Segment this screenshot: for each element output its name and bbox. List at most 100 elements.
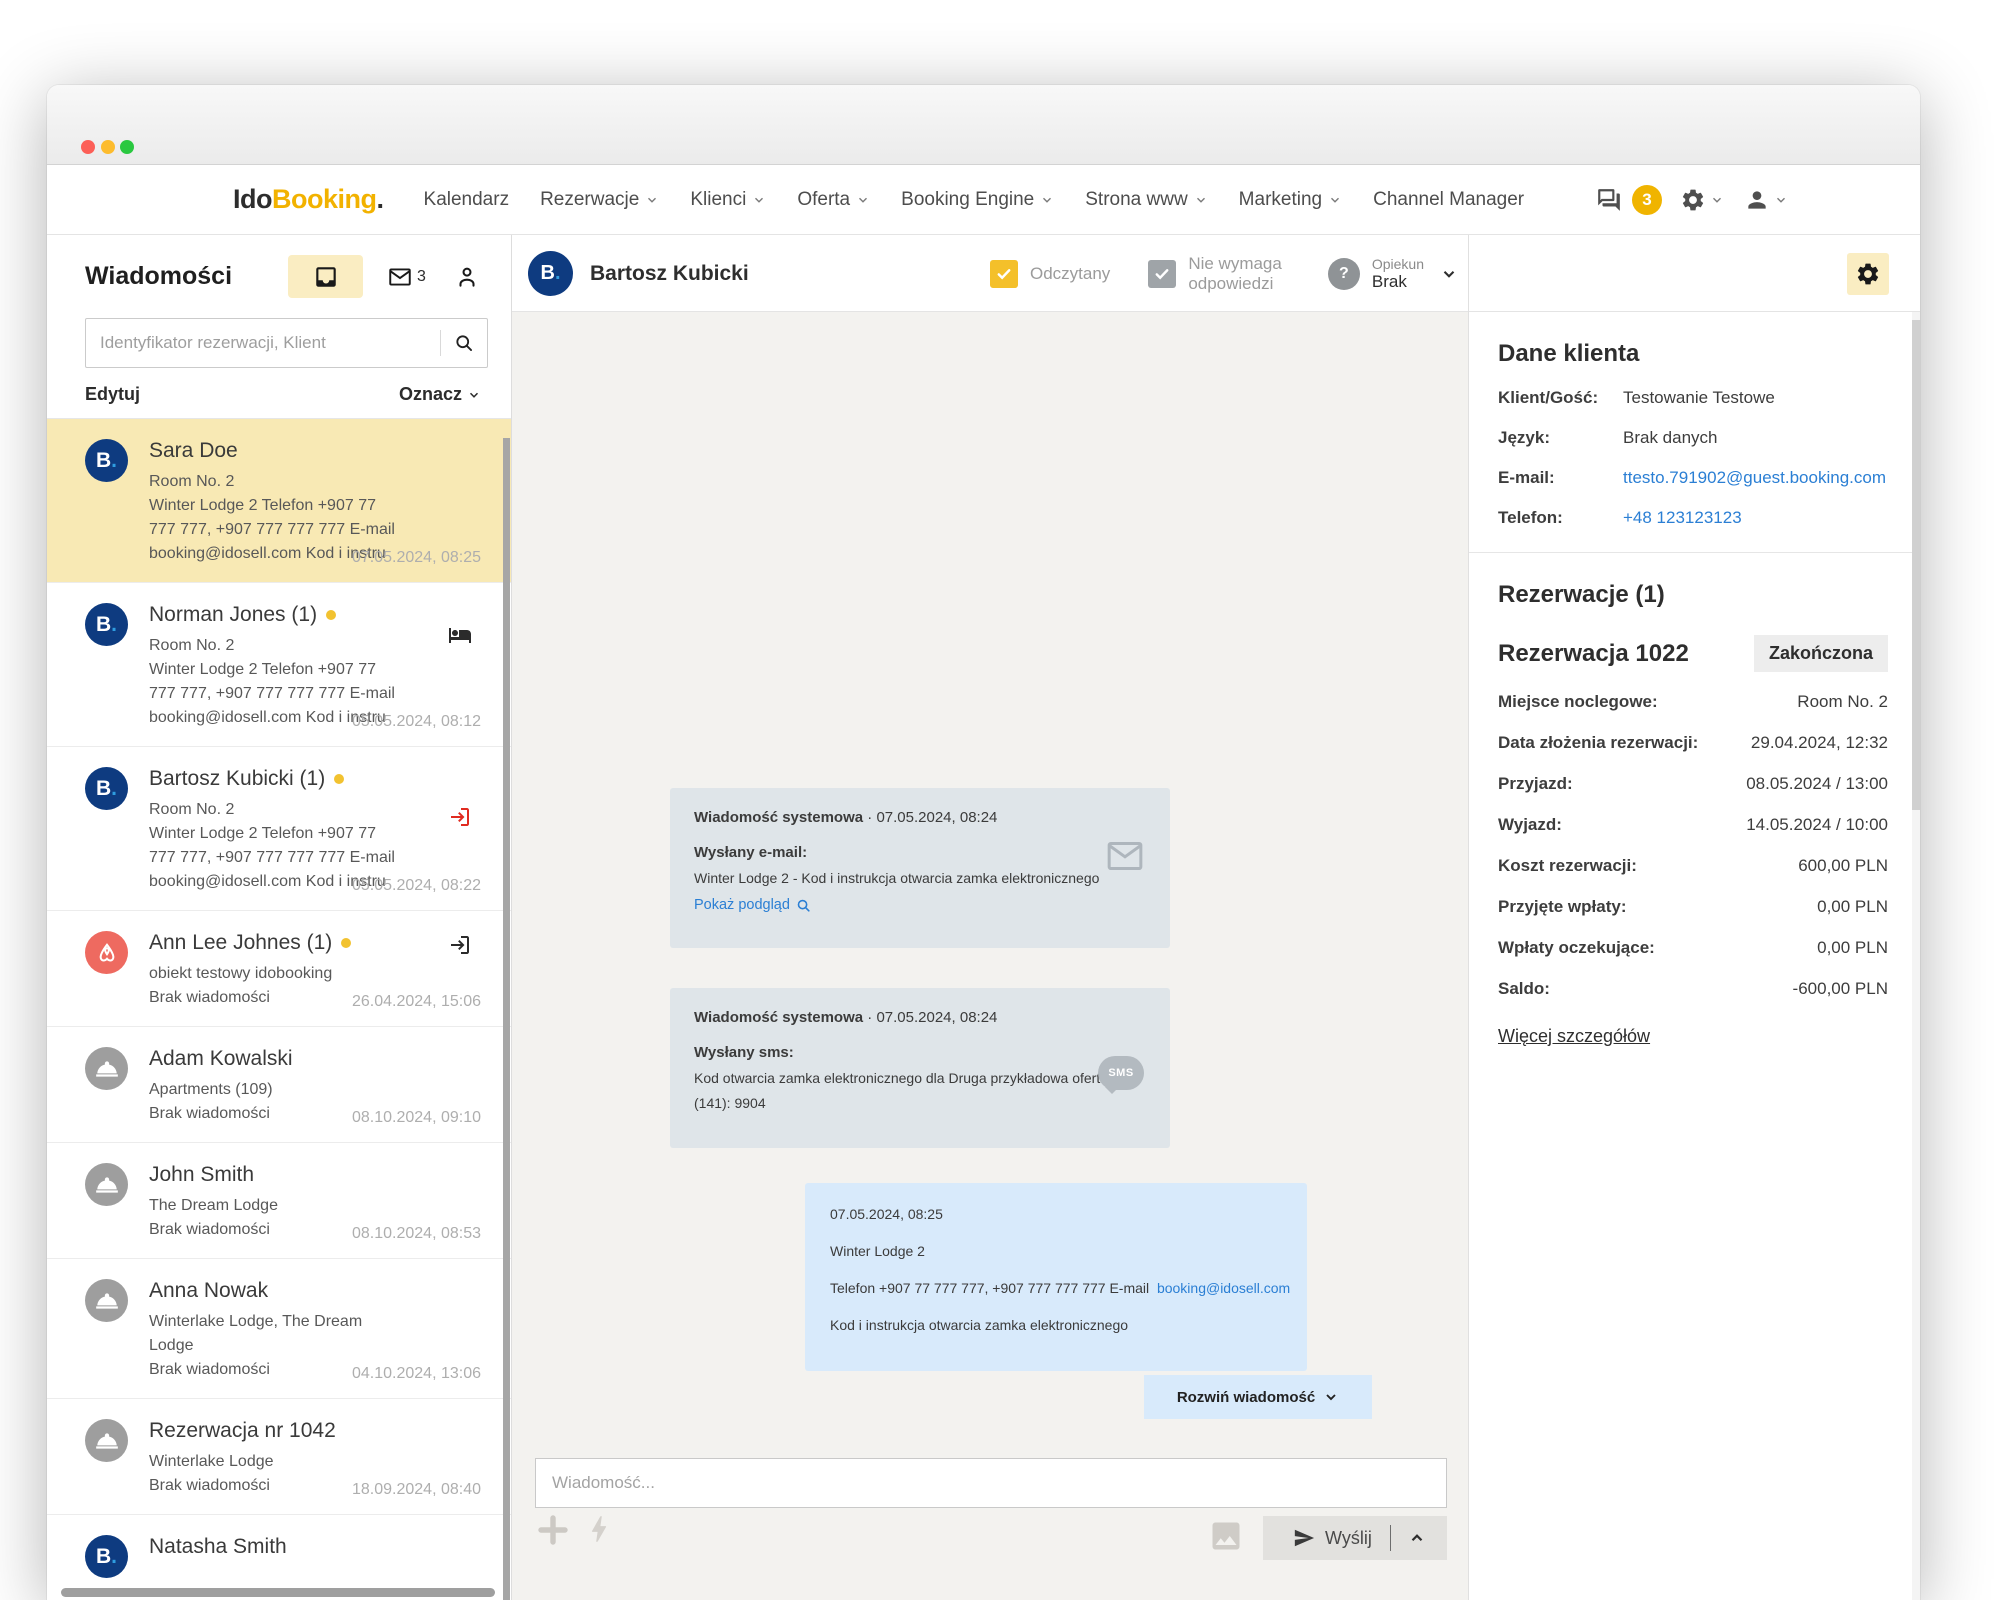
status-badge: Zakończona xyxy=(1754,635,1888,672)
user-icon xyxy=(1744,187,1770,213)
chevron-down-icon xyxy=(1328,193,1342,207)
settings-menu[interactable] xyxy=(1680,187,1724,213)
menu-kalendarz[interactable]: Kalendarz xyxy=(424,189,510,211)
conversation-item-bartosz-kubicki[interactable]: B. Bartosz Kubicki (1) Room No. 2 Winter… xyxy=(47,747,511,911)
magnifier-icon xyxy=(796,898,811,913)
person-icon xyxy=(454,264,480,290)
conversation-item-rezerwacja-1042[interactable]: Rezerwacja nr 1042 Winterlake Lodge Brak… xyxy=(47,1399,511,1515)
quick-reply-icon[interactable] xyxy=(582,1510,616,1548)
email-link[interactable]: booking@idosell.com xyxy=(1157,1280,1290,1296)
top-navigation: IdoBooking. Kalendarz Rezerwacje Klienci… xyxy=(47,165,1920,235)
sidebar-title: Wiadomości xyxy=(85,262,232,291)
conversation-item-sara-doe[interactable]: B. Sara Doe Room No. 2 Winter Lodge 2 Te… xyxy=(47,419,511,583)
message-input[interactable] xyxy=(536,1459,1446,1507)
service-bell-icon xyxy=(94,1428,120,1454)
thread-header: B. Bartosz Kubicki Odczytany Nie wymagao… xyxy=(512,235,1468,312)
mark-button[interactable]: Oznacz xyxy=(399,384,481,405)
nav-icon-group: 3 xyxy=(1596,185,1788,215)
tab-unread[interactable]: 3 xyxy=(387,264,426,290)
send-button[interactable]: Wyślij xyxy=(1263,1516,1447,1560)
airbnb-avatar xyxy=(85,931,128,974)
message-thread: B. Bartosz Kubicki Odczytany Nie wymagao… xyxy=(512,235,1468,1600)
gear-icon xyxy=(1855,261,1881,287)
bed-icon xyxy=(448,623,472,647)
conversation-item-john-smith[interactable]: John Smith The Dream Lodge Brak wiadomoś… xyxy=(47,1143,511,1259)
send-icon xyxy=(1293,1527,1315,1549)
caretaker-value: Brak xyxy=(1372,272,1424,292)
show-preview-link[interactable]: Pokaż podgląd xyxy=(694,897,1146,913)
menu-channel-manager[interactable]: Channel Manager xyxy=(1373,189,1524,211)
conversation-name: Ann Lee Johnes (1) xyxy=(149,931,351,955)
sidebar-horizontal-scrollbar[interactable] xyxy=(61,1588,495,1597)
panel-scrollbar-thumb[interactable] xyxy=(1912,320,1920,810)
conversation-item-anna-nowak[interactable]: Anna Nowak Winterlake Lodge, The Dream L… xyxy=(47,1259,511,1399)
menu-booking-engine[interactable]: Booking Engine xyxy=(901,189,1054,211)
booking-avatar: B. xyxy=(528,251,573,296)
composer xyxy=(535,1458,1447,1508)
check-icon xyxy=(1153,265,1171,283)
chevron-down-icon xyxy=(1194,193,1208,207)
tab-inbox[interactable] xyxy=(288,255,363,298)
chevron-down-icon xyxy=(467,388,481,402)
image-icon[interactable] xyxy=(1205,1518,1247,1554)
search-input[interactable] xyxy=(86,333,440,353)
tab-clients[interactable] xyxy=(454,264,480,290)
search-box xyxy=(85,318,488,368)
search-button[interactable] xyxy=(441,333,487,353)
sidebar-vertical-scrollbar[interactable] xyxy=(503,438,510,1600)
conversation-item-norman-jones[interactable]: B. Norman Jones (1) Room No. 2 Winter Lo… xyxy=(47,583,511,747)
panel-header xyxy=(1469,235,1920,312)
expand-message-button[interactable]: Rozwiń wiadomość xyxy=(1144,1375,1372,1419)
chevron-down-icon xyxy=(1323,1389,1339,1405)
menu-oferta[interactable]: Oferta xyxy=(797,189,870,211)
conversation-name: Adam Kowalski xyxy=(149,1047,293,1071)
reservations-title: Rezerwacje (1) xyxy=(1498,581,1888,609)
panel-settings-button[interactable] xyxy=(1847,253,1889,295)
conversation-list: B. Sara Doe Room No. 2 Winter Lodge 2 Te… xyxy=(47,419,511,1594)
more-details-link[interactable]: Więcej szczegółów xyxy=(1498,1026,1650,1047)
client-data-title: Dane klienta xyxy=(1498,340,1888,368)
menu-strona-www[interactable]: Strona www xyxy=(1085,189,1207,211)
app-logo[interactable]: IdoBooking. xyxy=(233,184,384,215)
chevron-down-icon xyxy=(1040,193,1054,207)
main-menu: Kalendarz Rezerwacje Klienci Oferta Book… xyxy=(424,189,1525,211)
envelope-icon xyxy=(387,264,413,290)
gear-icon xyxy=(1680,187,1706,213)
maximize-button[interactable] xyxy=(120,140,134,154)
client-email-link[interactable]: ttesto.791902@guest.booking.com xyxy=(1623,468,1886,488)
conversation-item-natasha-smith[interactable]: B. Natasha Smith xyxy=(47,1515,511,1594)
conversation-item-adam-kowalski[interactable]: Adam Kowalski Apartments (109) Brak wiad… xyxy=(47,1027,511,1143)
read-checkbox[interactable] xyxy=(990,260,1018,288)
menu-marketing[interactable]: Marketing xyxy=(1239,189,1342,211)
conversation-item-ann-lee-johnes[interactable]: Ann Lee Johnes (1) obiekt testowy idoboo… xyxy=(47,911,511,1027)
bell-avatar xyxy=(85,1047,128,1090)
no-reply-checkbox[interactable] xyxy=(1148,260,1176,288)
question-icon: ? xyxy=(1328,258,1360,290)
window-titlebar xyxy=(47,85,1920,165)
email-icon xyxy=(1102,836,1148,876)
client-phone-link[interactable]: +48 123123123 xyxy=(1623,508,1742,528)
minimize-button[interactable] xyxy=(101,140,115,154)
conversation-date: 08.10.2024, 09:10 xyxy=(352,1109,481,1127)
thread-guest-name: Bartosz Kubicki xyxy=(590,235,749,312)
unread-count-badge[interactable]: 3 xyxy=(1632,185,1662,215)
message-date: 07.05.2024, 08:25 xyxy=(830,1206,1282,1222)
menu-rezerwacje[interactable]: Rezerwacje xyxy=(540,189,659,211)
chevron-down-icon xyxy=(645,193,659,207)
add-attachment-icon[interactable] xyxy=(535,1512,571,1548)
unread-tab-count: 3 xyxy=(417,268,426,286)
edit-button[interactable]: Edytuj xyxy=(85,384,140,405)
messages-icon[interactable] xyxy=(1596,187,1622,213)
service-bell-icon xyxy=(94,1288,120,1314)
account-menu[interactable] xyxy=(1744,187,1788,213)
conversation-date: 05.05.2024, 08:22 xyxy=(352,877,481,895)
chevron-up-icon[interactable] xyxy=(1408,1529,1426,1547)
chevron-down-icon xyxy=(1440,265,1458,283)
service-bell-icon xyxy=(94,1056,120,1082)
bell-avatar xyxy=(85,1163,128,1206)
menu-klienci[interactable]: Klienci xyxy=(690,189,766,211)
caretaker-dropdown[interactable]: ? Opiekun Brak xyxy=(1328,256,1458,292)
conversation-name: Natasha Smith xyxy=(149,1535,287,1559)
close-button[interactable] xyxy=(81,140,95,154)
conversation-date: 04.10.2024, 13:06 xyxy=(352,1365,481,1383)
